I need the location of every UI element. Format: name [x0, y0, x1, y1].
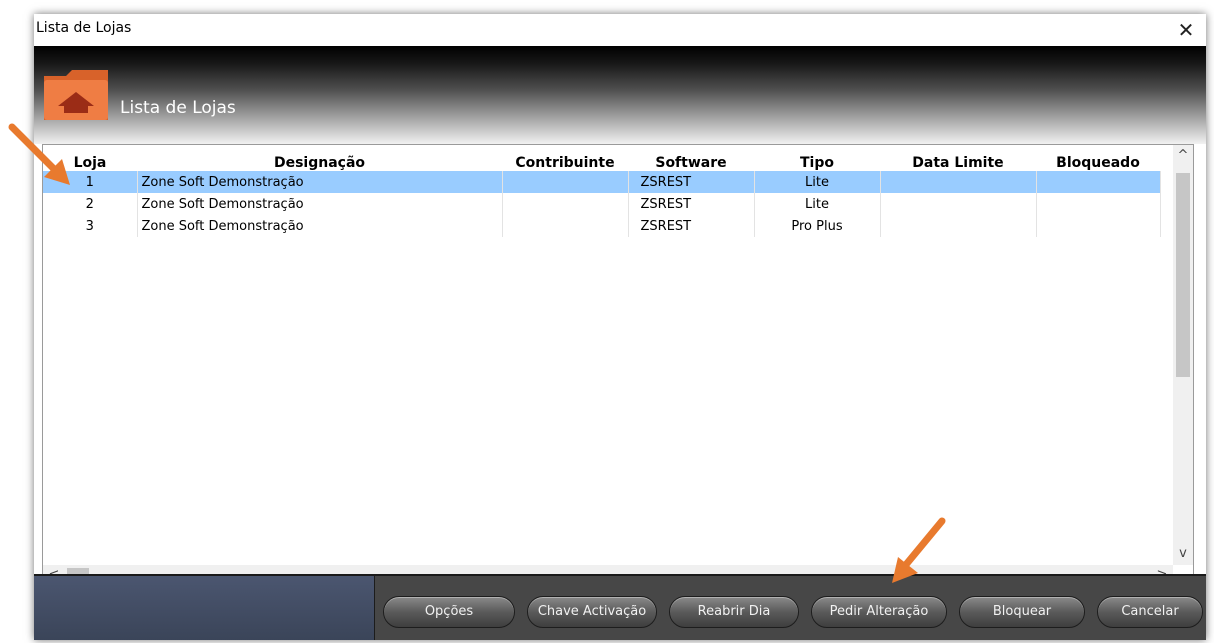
- cell-designacao: Zone Soft Demonstração: [137, 171, 503, 193]
- cell-software: ZSREST: [628, 193, 755, 215]
- column-header-software[interactable]: Software: [628, 145, 754, 171]
- header-banner: Lista de Lojas: [34, 46, 1206, 144]
- annotation-arrow-icon: [892, 517, 946, 583]
- header-title: Lista de Lojas: [120, 98, 236, 118]
- cell-contribuinte: [502, 215, 629, 237]
- cell-bloqueado: [1036, 193, 1161, 215]
- table-row[interactable]: 1 Zone Soft Demonstração ZSREST Lite: [43, 171, 1161, 193]
- column-header-bloqueado[interactable]: Bloqueado: [1036, 145, 1160, 171]
- cell-software: ZSREST: [628, 171, 755, 193]
- cell-tipo: Lite: [754, 193, 881, 215]
- cell-designacao: Zone Soft Demonstração: [137, 215, 503, 237]
- vertical-scrollbar[interactable]: ^ v: [1173, 145, 1193, 565]
- opcoes-button[interactable]: Opções: [383, 596, 515, 628]
- cell-data-limite: [880, 215, 1037, 237]
- bloquear-button[interactable]: Bloquear: [959, 596, 1085, 628]
- column-header-contribuinte[interactable]: Contribuinte: [502, 145, 628, 171]
- scroll-up-icon[interactable]: ^: [1173, 147, 1193, 165]
- cancelar-button[interactable]: Cancelar: [1097, 596, 1203, 628]
- cell-bloqueado: [1036, 171, 1161, 193]
- footer-bar: Opções Chave Activação Reabrir Dia Pedir…: [34, 574, 1206, 640]
- window-title: Lista de Lojas: [36, 20, 132, 36]
- chave-activacao-button[interactable]: Chave Activação: [527, 596, 657, 628]
- store-table: Loja Designação Contribuinte Software Ti…: [43, 145, 1161, 237]
- cell-designacao: Zone Soft Demonstração: [137, 193, 503, 215]
- cell-software: ZSREST: [628, 215, 755, 237]
- scroll-down-icon[interactable]: v: [1173, 545, 1193, 563]
- cell-tipo: Lite: [754, 171, 881, 193]
- column-header-data-limite[interactable]: Data Limite: [880, 145, 1036, 171]
- reabrir-dia-button[interactable]: Reabrir Dia: [669, 596, 799, 628]
- store-list-window: Lista de Lojas ✕ Lista de Lojas Loja Des…: [34, 14, 1206, 640]
- table-row[interactable]: 2 Zone Soft Demonstração ZSREST Lite: [43, 193, 1161, 215]
- cell-contribuinte: [502, 193, 629, 215]
- table-header-row: Loja Designação Contribuinte Software Ti…: [43, 145, 1160, 171]
- footer-button-bar: Opções Chave Activação Reabrir Dia Pedir…: [375, 576, 1206, 640]
- vertical-scroll-thumb[interactable]: [1176, 173, 1190, 377]
- cell-tipo: Pro Plus: [754, 215, 881, 237]
- column-header-tipo[interactable]: Tipo: [754, 145, 880, 171]
- table-row[interactable]: 3 Zone Soft Demonstração ZSREST Pro Plus: [43, 215, 1161, 237]
- cell-loja: 2: [43, 193, 138, 215]
- cell-contribuinte: [502, 171, 629, 193]
- cell-loja: 3: [43, 215, 138, 237]
- title-bar: Lista de Lojas ✕: [34, 14, 1206, 46]
- store-grid: Loja Designação Contribuinte Software Ti…: [42, 144, 1194, 586]
- cell-bloqueado: [1036, 215, 1161, 237]
- pedir-alteracao-button[interactable]: Pedir Alteração: [811, 596, 947, 628]
- footer-left-panel: [34, 576, 375, 640]
- close-icon[interactable]: ✕: [1172, 16, 1200, 44]
- annotation-arrow-icon: [8, 123, 70, 185]
- cell-data-limite: [880, 193, 1037, 215]
- cell-data-limite: [880, 171, 1037, 193]
- column-header-designacao[interactable]: Designação: [137, 145, 502, 171]
